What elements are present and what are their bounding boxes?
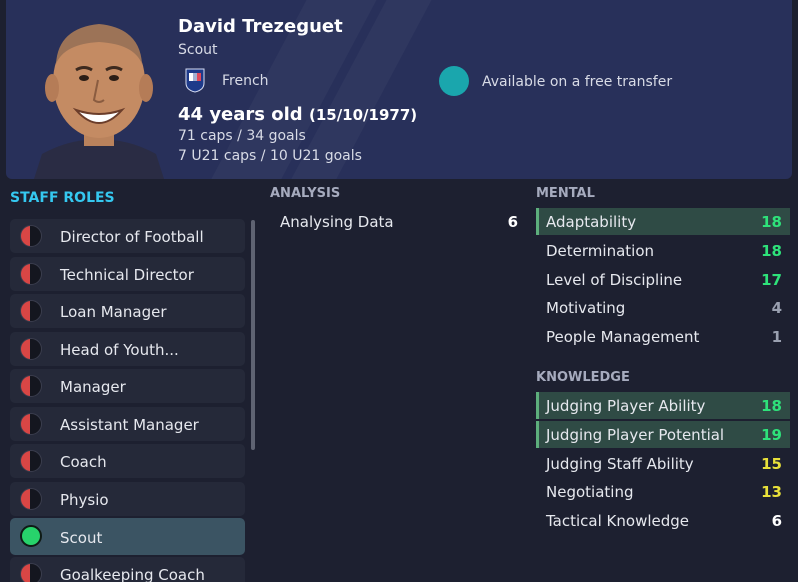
staff-role-item[interactable]: Technical Director xyxy=(10,257,245,291)
person-name: David Trezeguet xyxy=(178,16,343,37)
role-inactive-icon xyxy=(20,300,42,322)
role-inactive-icon xyxy=(20,488,42,510)
role-active-icon xyxy=(20,525,42,547)
france-federation-icon xyxy=(185,68,205,93)
attribute-name: Judging Player Ability xyxy=(546,397,706,415)
attribute-row[interactable]: Tactical Knowledge 6 xyxy=(536,507,790,534)
attribute-value: 18 xyxy=(761,242,782,260)
attribute-row[interactable]: Level of Discipline 17 xyxy=(536,266,790,293)
attribute-row[interactable]: Judging Staff Ability 15 xyxy=(536,450,790,477)
staff-role-label: Technical Director xyxy=(60,266,194,284)
attribute-name: Determination xyxy=(546,242,655,260)
staff-role-item[interactable]: Director of Football xyxy=(10,219,245,253)
role-inactive-icon xyxy=(20,375,42,397)
attribute-name: Analysing Data xyxy=(280,213,394,231)
staff-role-label: Goalkeeping Coach xyxy=(60,566,205,582)
u21-caps: 7 U21 caps / 10 U21 goals xyxy=(178,148,362,164)
attribute-row[interactable]: Negotiating 13 xyxy=(536,478,790,505)
attribute-value: 15 xyxy=(761,455,782,473)
staff-role-item[interactable]: Scout xyxy=(10,518,245,555)
knowledge-title: KNOWLEDGE xyxy=(536,370,630,385)
staff-role-label: Physio xyxy=(60,491,109,509)
attribute-name: Negotiating xyxy=(546,483,634,501)
attribute-row[interactable]: Motivating 4 xyxy=(536,294,790,321)
attribute-value: 18 xyxy=(761,213,782,231)
attribute-row[interactable]: Determination 18 xyxy=(536,237,790,264)
attribute-name: Motivating xyxy=(546,299,626,317)
staff-role-label: Scout xyxy=(60,529,103,547)
staff-role-item[interactable]: Physio xyxy=(10,482,245,516)
attribute-value: 1 xyxy=(771,328,782,346)
attribute-row[interactable]: Judging Player Potential 19 xyxy=(536,421,790,448)
staff-role-label: Assistant Manager xyxy=(60,416,199,434)
role-inactive-icon xyxy=(20,225,42,247)
staff-role-item[interactable]: Manager xyxy=(10,369,245,403)
nationality: French xyxy=(222,73,269,89)
age: 44 years old xyxy=(178,104,303,125)
attribute-value: 13 xyxy=(761,483,782,501)
attribute-name: People Management xyxy=(546,328,700,346)
analysis-title: ANALYSIS xyxy=(270,186,341,201)
staff-role-item[interactable]: Loan Manager xyxy=(10,294,245,328)
staff-role-label: Head of Youth... xyxy=(60,341,179,359)
date-of-birth: (15/10/1977) xyxy=(308,106,418,124)
staff-roles-title: STAFF ROLES xyxy=(10,190,115,206)
attribute-row[interactable]: Analysing Data 6 xyxy=(270,208,526,235)
staff-role-item[interactable]: Assistant Manager xyxy=(10,407,245,441)
age-line: 44 years old (15/10/1977) xyxy=(178,104,417,125)
attribute-row[interactable]: People Management 1 xyxy=(536,323,790,350)
attribute-value: 6 xyxy=(771,512,782,530)
person-photo xyxy=(34,24,164,179)
international-caps: 71 caps / 34 goals xyxy=(178,128,306,144)
attribute-value: 17 xyxy=(761,271,782,289)
staff-role-label: Coach xyxy=(60,453,107,471)
status-icon xyxy=(439,66,469,96)
role-inactive-icon xyxy=(20,563,42,582)
attribute-name: Adaptability xyxy=(546,213,637,231)
attribute-row[interactable]: Judging Player Ability 18 xyxy=(536,392,790,419)
attribute-value: 19 xyxy=(761,426,782,444)
attribute-row[interactable]: Adaptability 18 xyxy=(536,208,790,235)
attribute-name: Tactical Knowledge xyxy=(546,512,689,530)
roles-scrollbar[interactable] xyxy=(251,220,255,450)
role-inactive-icon xyxy=(20,413,42,435)
attribute-name: Judging Staff Ability xyxy=(546,455,694,473)
attribute-value: 18 xyxy=(761,397,782,415)
transfer-status: Available on a free transfer xyxy=(482,74,673,90)
staff-role-item[interactable]: Head of Youth... xyxy=(10,332,245,366)
attribute-name: Level of Discipline xyxy=(546,271,683,289)
staff-role-item[interactable]: Goalkeeping Coach xyxy=(10,557,245,582)
role-inactive-icon xyxy=(20,263,42,285)
role-inactive-icon xyxy=(20,450,42,472)
staff-role-item[interactable]: Coach xyxy=(10,444,245,478)
role-inactive-icon xyxy=(20,338,42,360)
person-role: Scout xyxy=(178,42,218,58)
attribute-value: 6 xyxy=(507,213,518,231)
staff-role-label: Director of Football xyxy=(60,228,204,246)
staff-role-label: Manager xyxy=(60,378,126,396)
mental-title: MENTAL xyxy=(536,186,595,201)
staff-role-label: Loan Manager xyxy=(60,303,167,321)
attribute-value: 4 xyxy=(771,299,782,317)
profile-header: David Trezeguet Scout French Available o… xyxy=(6,0,792,179)
attribute-name: Judging Player Potential xyxy=(546,426,725,444)
